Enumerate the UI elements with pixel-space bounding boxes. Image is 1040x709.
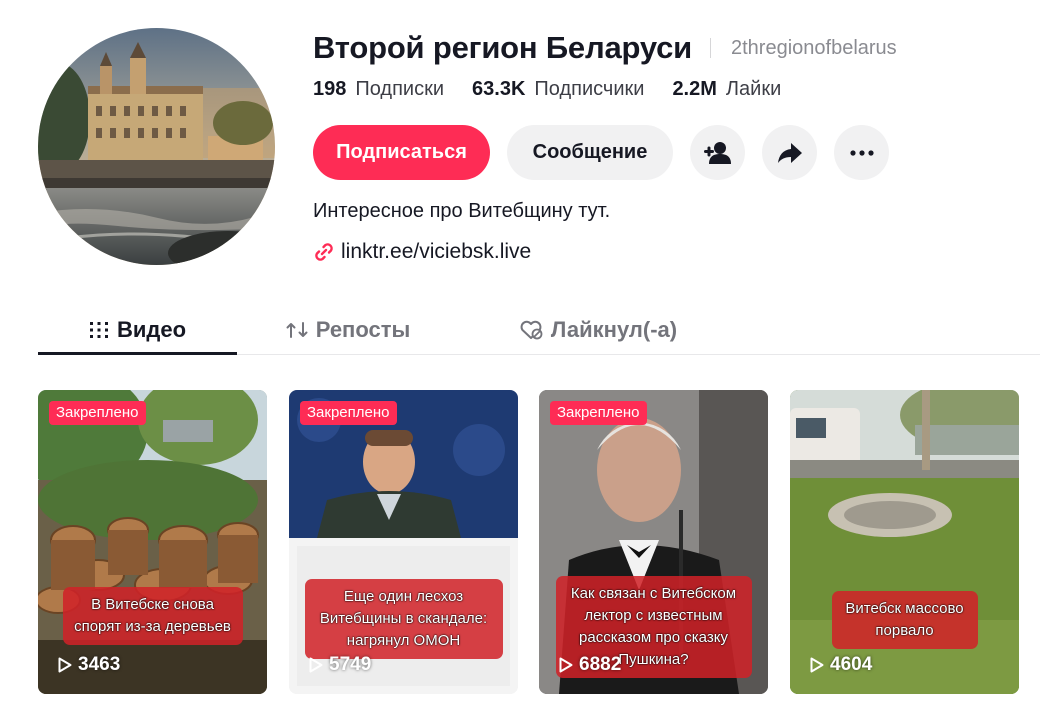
stat-following-value: 198 [313, 78, 347, 100]
stat-likes-label: Лайки [725, 78, 782, 100]
video-card[interactable]: Витебск массово порвало 4604 [790, 390, 1019, 694]
profile-stats: 198 Подписки 63.3K Подписчики 2.2M Лайки [313, 78, 809, 101]
tab-liked-label: Лайкнул(-а) [550, 317, 678, 342]
liked-hidden-icon [520, 320, 543, 340]
pinned-badge: Закреплено [300, 401, 397, 425]
caption-line: спорят из-за деревьев [74, 618, 231, 635]
add-friend-icon [703, 141, 731, 164]
profile-username: 2thregionofbelarus [731, 36, 897, 59]
tab-reposts-label: Репосты [315, 317, 411, 342]
stat-followers-value: 63.3K [472, 78, 526, 100]
caption-line: лектор с известным [584, 607, 723, 624]
caption-line: Еще один лесхоз [343, 588, 464, 605]
profile-link-text[interactable]: linktr.ee/viciebsk.live [341, 240, 531, 264]
play-icon [810, 657, 824, 673]
stat-likes: 2.2M Лайки [672, 78, 781, 101]
play-icon [559, 657, 573, 673]
profile-link[interactable]: linktr.ee/viciebsk.live [313, 240, 531, 264]
caption-line: порвало [875, 622, 934, 639]
stat-following[interactable]: 198 Подписки [313, 78, 444, 101]
follow-button[interactable]: Подписаться [313, 125, 490, 180]
add-friend-button[interactable] [690, 125, 745, 180]
tab-videos[interactable]: Видео [38, 305, 237, 355]
repost-icon [286, 322, 308, 338]
profile-header: Второй регион Беларуси 2thregionofbelaru… [313, 30, 897, 66]
share-button[interactable] [762, 125, 817, 180]
play-icon [309, 657, 323, 673]
caption-line: В Витебске снова [91, 596, 214, 613]
profile-bio: Интересное про Витебщину тут. [313, 200, 611, 222]
view-count: 6882 [559, 654, 621, 676]
view-count-value: 5749 [329, 654, 372, 675]
pinned-badge: Закреплено [49, 401, 146, 425]
view-count-value: 3463 [78, 654, 121, 675]
grid-icon [89, 322, 108, 338]
stat-following-label: Подписки [355, 78, 445, 100]
stat-followers-label: Подписчики [534, 78, 645, 100]
link-icon [315, 243, 333, 261]
video-grid: Закреплено В Витебске снова спорят из-за… [38, 390, 1019, 694]
more-icon [849, 149, 874, 156]
title-divider [710, 38, 711, 58]
video-caption: В Витебске снова спорят из-за деревьев [62, 587, 243, 645]
profile-tabs: Видео Репосты Лайкнул(-а) [38, 305, 1040, 355]
caption-line: рассказом про сказку [579, 629, 728, 646]
stat-followers[interactable]: 63.3K Подписчики [472, 78, 644, 101]
tab-liked[interactable]: Лайкнул(-а) [498, 305, 698, 355]
profile-display-name: Второй регион Беларуси [313, 30, 692, 65]
view-count-value: 6882 [579, 654, 622, 675]
video-card[interactable]: Закреплено Еще один лесхоз Витебщины в с… [289, 390, 518, 694]
video-card[interactable]: Закреплено Как связан с Витебском лектор… [539, 390, 768, 694]
share-icon [777, 142, 802, 163]
view-count: 4604 [810, 654, 872, 676]
profile-actions: Подписаться Сообщение [313, 125, 906, 180]
stat-likes-value: 2.2M [672, 78, 717, 100]
caption-line: Как связан с Витебском [570, 585, 737, 602]
play-icon [58, 657, 72, 673]
video-thumbnail [38, 390, 267, 694]
tab-videos-label: Видео [116, 317, 187, 342]
avatar-image [38, 28, 275, 265]
view-count-value: 4604 [830, 654, 873, 675]
pinned-badge: Закреплено [550, 401, 647, 425]
video-card[interactable]: Закреплено В Витебске снова спорят из-за… [38, 390, 267, 694]
active-tab-indicator [38, 352, 237, 355]
caption-line: Витебск массово [845, 600, 964, 617]
caption-line: нагрянул ОМОН [346, 632, 461, 649]
tab-reposts[interactable]: Репосты [268, 305, 428, 355]
view-count: 5749 [309, 654, 371, 676]
profile-avatar[interactable] [38, 28, 275, 265]
view-count: 3463 [58, 654, 120, 676]
video-caption: Витебск массово порвало [831, 591, 978, 649]
caption-line: Витебщины в скандале: [319, 610, 488, 627]
video-caption: Еще один лесхоз Витебщины в скандале: на… [304, 579, 503, 659]
message-button[interactable]: Сообщение [507, 125, 673, 180]
more-options-button[interactable] [834, 125, 889, 180]
